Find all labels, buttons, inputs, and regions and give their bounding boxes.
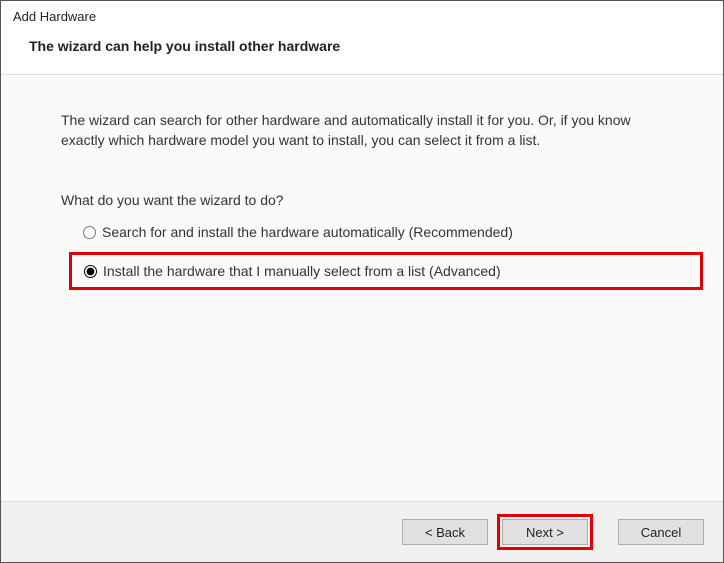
- back-button-wrap: < Back: [399, 514, 491, 550]
- next-button[interactable]: Next >: [502, 519, 588, 545]
- window-title: Add Hardware: [13, 9, 711, 24]
- wizard-subtitle: The wizard can help you install other ha…: [29, 38, 711, 54]
- cancel-button-wrap: Cancel: [615, 514, 707, 550]
- back-button[interactable]: < Back: [402, 519, 488, 545]
- wizard-footer: < Back Next > Cancel: [1, 502, 723, 562]
- install-method-group: Search for and install the hardware auto…: [79, 222, 663, 290]
- wizard-description: The wizard can search for other hardware…: [61, 111, 663, 150]
- option-auto-radio[interactable]: [83, 226, 96, 239]
- wizard-body: The wizard can search for other hardware…: [1, 74, 723, 502]
- wizard-question: What do you want the wizard to do?: [61, 192, 663, 208]
- cancel-button[interactable]: Cancel: [618, 519, 704, 545]
- highlight-manual-option: Install the hardware that I manually sel…: [69, 252, 703, 290]
- wizard-header: Add Hardware The wizard can help you ins…: [1, 1, 723, 74]
- option-manual-label: Install the hardware that I manually sel…: [103, 263, 501, 279]
- option-auto-label: Search for and install the hardware auto…: [102, 224, 513, 240]
- option-manual-row[interactable]: Install the hardware that I manually sel…: [80, 261, 692, 281]
- option-manual-radio[interactable]: [84, 265, 97, 278]
- option-auto-row[interactable]: Search for and install the hardware auto…: [79, 222, 663, 242]
- add-hardware-wizard: Add Hardware The wizard can help you ins…: [0, 0, 724, 563]
- highlight-next-button: Next >: [497, 514, 593, 550]
